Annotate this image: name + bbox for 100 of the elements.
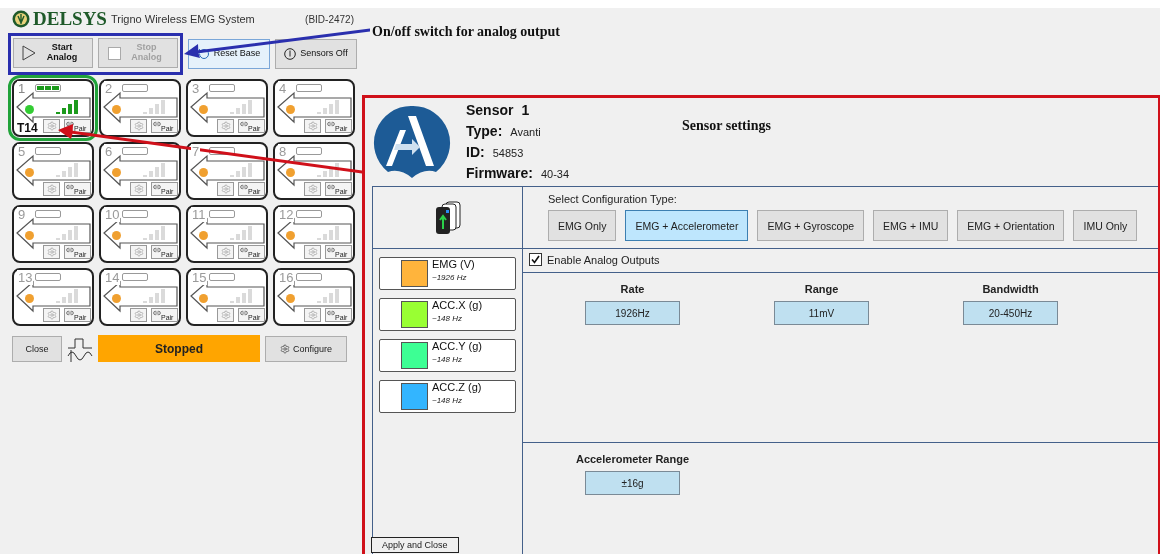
signal-icon (230, 226, 254, 240)
setting-label: Accelerometer Range (575, 453, 690, 465)
gear-icon (46, 184, 57, 194)
sensor-settings-button[interactable] (304, 308, 321, 322)
sensor-number: 2 (104, 81, 114, 96)
sensor-number: 10 (104, 207, 121, 222)
panel-title: Sensor settings (682, 118, 771, 134)
brand-name: DELSYS (33, 8, 107, 30)
sensor-number: 16 (278, 270, 295, 285)
sensor-settings-button[interactable] (130, 119, 147, 133)
signal-icon (56, 163, 80, 177)
signal-icon (143, 289, 167, 303)
channel-rate: ~148 Hz (432, 396, 464, 405)
channel-rate: ~148 Hz (432, 355, 464, 364)
config-type-button[interactable]: EMG + IMU (873, 210, 949, 241)
sensor-logo-icon (372, 104, 452, 180)
link-icon (327, 309, 335, 317)
gear-icon (133, 247, 144, 257)
sensor-number: 1 (521, 102, 530, 118)
channel-rate: ~1926 Hz (432, 273, 468, 282)
link-icon (240, 246, 248, 254)
sensor-number: 12 (278, 207, 295, 222)
link-icon (153, 183, 161, 191)
link-icon (327, 246, 335, 254)
sensor-number: 6 (104, 144, 114, 159)
close-button[interactable]: Close (12, 335, 62, 362)
field-value: 54853 (492, 147, 524, 159)
link-icon (240, 120, 248, 128)
sensor-number: 8 (278, 144, 288, 159)
gear-icon (220, 121, 231, 131)
sensor-number: 4 (278, 81, 288, 96)
power-icon (284, 48, 297, 60)
gear-icon (220, 310, 231, 320)
gear-icon (133, 121, 144, 131)
signal-icon (143, 226, 167, 240)
signal-icon (230, 289, 254, 303)
gear-icon (280, 343, 290, 354)
sensor-settings-button[interactable] (304, 245, 321, 259)
sensor-number: 7 (191, 144, 201, 159)
gear-icon (307, 247, 318, 257)
configure-button[interactable]: Configure (265, 335, 347, 362)
config-type-button[interactable]: IMU Only (1073, 210, 1138, 241)
sensor-settings-button[interactable] (217, 119, 234, 133)
setting-dropdown[interactable]: ±16g (585, 471, 680, 495)
signal-icon (56, 226, 80, 240)
sensor-number: 1 (17, 81, 27, 96)
sensor-settings-button[interactable] (304, 182, 321, 196)
sensor-number: 14 (104, 270, 121, 285)
base-id: (BID-2472) (305, 13, 354, 25)
app-title: Trigno Wireless EMG System (110, 13, 255, 25)
setting-label: Rate (620, 283, 645, 295)
enable-analog-checkbox[interactable]: Enable Analog Outputs (529, 253, 1158, 266)
field-label: Firmware: (466, 165, 533, 181)
play-icon (22, 45, 36, 61)
link-icon (66, 246, 74, 254)
link-icon (153, 120, 161, 128)
setting-label: Range (804, 283, 839, 295)
sensor-number: 3 (191, 81, 201, 96)
sensor-settings-button[interactable] (304, 119, 321, 133)
signal-icon (317, 100, 341, 114)
signal-icon (143, 163, 167, 177)
gear-icon (133, 310, 144, 320)
link-icon (66, 183, 74, 191)
sensor-number: 9 (17, 207, 27, 222)
sensor-settings-button[interactable] (217, 308, 234, 322)
config-type-button[interactable]: EMG Only (548, 210, 617, 241)
sensor-settings-button[interactable] (217, 245, 234, 259)
link-icon (327, 120, 335, 128)
sensor-number: 15 (191, 270, 208, 285)
config-type-button[interactable]: EMG + Accelerometer (625, 210, 749, 241)
setting-dropdown[interactable]: 1926Hz (585, 301, 680, 325)
sensor-settings-button[interactable] (43, 182, 60, 196)
sensor-stack-icon (433, 201, 462, 235)
signal-icon (317, 289, 341, 303)
sensor-settings-button[interactable] (43, 245, 60, 259)
signal-icon (56, 100, 80, 114)
sensor-number: 5 (17, 144, 27, 159)
toolbar-button[interactable]: Sensors Off (275, 39, 357, 69)
sensor-settings-button[interactable] (217, 182, 234, 196)
config-type-button[interactable]: EMG + Orientation (957, 210, 1065, 241)
config-type-button[interactable]: EMG + Gyroscope (757, 210, 865, 241)
gear-icon (307, 121, 318, 131)
analog-button[interactable]: Start Analog (13, 38, 93, 68)
apply-and-close-button[interactable]: Apply and Close (371, 537, 459, 553)
gear-icon (133, 184, 144, 194)
gear-icon (307, 310, 318, 320)
config-prompt: Select Configuration Type: (548, 193, 678, 205)
sensor-settings-button[interactable] (43, 308, 60, 322)
sensor-settings-button[interactable] (130, 182, 147, 196)
link-icon (153, 246, 161, 254)
pulse-wave-icon (67, 335, 93, 362)
sensor-settings-button[interactable] (130, 308, 147, 322)
stop-icon (107, 46, 121, 60)
setting-dropdown[interactable]: 11mV (774, 301, 869, 325)
setting-dropdown[interactable]: 20-450Hz (963, 301, 1058, 325)
channel-name: ACC.X (g) (432, 299, 483, 311)
signal-icon (230, 163, 254, 177)
signal-icon (56, 289, 80, 303)
sensor-settings-button[interactable] (43, 119, 60, 133)
sensor-settings-button[interactable] (130, 245, 147, 259)
